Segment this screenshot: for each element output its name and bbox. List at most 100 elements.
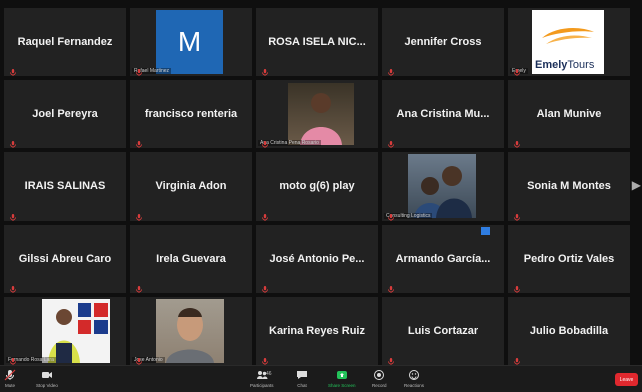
muted-mic-icon xyxy=(388,208,394,221)
participant-tile[interactable]: Jennifer Cross xyxy=(382,8,504,77)
participant-name: francisco renteria xyxy=(144,108,238,121)
participant-tile[interactable]: moto g(6) play xyxy=(256,152,378,221)
participant-tile[interactable]: Raquel Fernandez xyxy=(4,8,126,77)
muted-mic-icon xyxy=(262,280,268,293)
participant-name: Jennifer Cross xyxy=(404,36,482,49)
muted-mic-icon xyxy=(136,208,142,221)
muted-mic-icon xyxy=(262,63,268,77)
muted-mic-icon xyxy=(136,63,142,77)
participant-name: Joel Pereyra xyxy=(32,108,98,121)
participant-name: Alan Munive xyxy=(536,108,602,121)
participant-video xyxy=(408,154,476,219)
participant-name: Julio Bobadilla xyxy=(529,324,609,337)
logo-swoosh-icon xyxy=(542,28,594,44)
meeting-toolbar: Mute Stop Video Participants 46 Chat Sha… xyxy=(0,365,642,392)
participant-tile[interactable]: EmelyTours Emely xyxy=(508,8,630,77)
participant-name: Karina Reyes Ruiz xyxy=(269,324,365,337)
muted-mic-icon xyxy=(136,135,142,149)
muted-mic-icon xyxy=(262,208,268,221)
participant-tile[interactable]: IRAIS SALINAS xyxy=(4,152,126,221)
participant-name: moto g(6) play xyxy=(279,180,355,193)
muted-mic-icon xyxy=(10,352,16,365)
participant-name: Virginia Adon xyxy=(155,180,227,193)
muted-mic-icon xyxy=(136,352,142,365)
person-silhouette-icon xyxy=(166,307,214,363)
leave-meeting-button[interactable]: Leave xyxy=(615,373,638,386)
participant-name: Ana Cristina Mu... xyxy=(396,108,490,121)
smile-icon xyxy=(409,370,419,380)
participant-tile[interactable]: Consulting Logistics xyxy=(382,152,504,221)
muted-mic-icon xyxy=(388,63,394,77)
participant-name: Irela Guevara xyxy=(156,252,226,265)
muted-mic-icon xyxy=(10,280,16,293)
avatar-initial: M xyxy=(177,26,202,57)
record-icon xyxy=(374,370,385,380)
avatar: M xyxy=(156,10,223,74)
muted-mic-icon xyxy=(514,135,520,149)
participant-name: Pedro Ortiz Vales xyxy=(523,252,615,265)
muted-mic-icon xyxy=(262,352,268,365)
zoom-meeting-window: Raquel Fernandez M Rafael Martinez ROSA ISE… xyxy=(0,0,642,392)
share-screen-button[interactable]: Share Screen xyxy=(328,369,356,388)
participant-tile[interactable]: Julio Bobadilla xyxy=(508,296,630,365)
participant-tile[interactable]: francisco renteria xyxy=(130,80,252,149)
reactions-button[interactable]: Reactions xyxy=(404,369,424,388)
participant-name: IRAIS SALINAS xyxy=(24,180,106,193)
logo-text: Emely xyxy=(535,59,568,71)
participant-name: Armando García... xyxy=(395,252,491,265)
muted-mic-icon xyxy=(10,208,16,221)
next-page-arrow-icon[interactable]: ▶ xyxy=(632,178,641,192)
participant-tile[interactable]: Alan Munive xyxy=(508,80,630,149)
company-logo: EmelyTours xyxy=(532,10,604,74)
muted-mic-icon xyxy=(136,280,142,293)
logo-text-2: Tours xyxy=(567,59,595,71)
participant-video xyxy=(156,298,224,363)
mute-label: Mute xyxy=(4,383,15,388)
record-button[interactable]: Record xyxy=(372,369,387,388)
chat-button[interactable]: Chat xyxy=(296,369,308,388)
participant-tile[interactable]: Ana Cristina Pena Rosario xyxy=(256,80,378,149)
participant-tile[interactable]: M Rafael Martinez xyxy=(130,8,252,77)
participant-name: Luis Cortazar xyxy=(407,324,479,337)
record-label: Record xyxy=(372,383,387,388)
muted-mic-icon xyxy=(514,352,520,365)
reactions-label: Reactions xyxy=(404,383,425,388)
participant-tile[interactable]: Armando García... xyxy=(382,224,504,293)
participant-name: Gilssi Abreu Caro xyxy=(18,252,112,265)
participant-tile[interactable]: Pedro Ortiz Vales xyxy=(508,224,630,293)
stop-video-button[interactable]: Stop Video xyxy=(36,369,58,388)
participant-tile[interactable]: Jose Antonio xyxy=(130,296,252,365)
participant-tile[interactable]: Luis Cortazar xyxy=(382,296,504,365)
participant-tile[interactable]: Joel Pereyra xyxy=(4,80,126,149)
video-camera-icon xyxy=(41,372,52,378)
muted-mic-icon xyxy=(262,135,268,149)
participant-name: José Antonio Pe... xyxy=(269,252,365,265)
microphone-icon xyxy=(4,369,16,381)
stop-video-label: Stop Video xyxy=(36,383,58,388)
flag-icon xyxy=(48,302,108,363)
participant-name: ROSA ISELA NIC... xyxy=(268,36,366,49)
muted-mic-icon xyxy=(388,352,394,365)
share-screen-label: Share Screen xyxy=(328,383,356,388)
participant-tile[interactable]: Virginia Adon xyxy=(130,152,252,221)
participant-tile[interactable]: Gilssi Abreu Caro xyxy=(4,224,126,293)
participant-tile[interactable]: Fernando Rosa Lara xyxy=(4,296,126,365)
participant-video xyxy=(42,298,110,363)
participant-tile[interactable]: Sonia M Montes xyxy=(508,152,630,221)
muted-mic-icon xyxy=(10,63,16,77)
muted-mic-icon xyxy=(10,135,16,149)
participant-tile[interactable]: Irela Guevara xyxy=(130,224,252,293)
participant-grid: Raquel Fernandez M Rafael Martinez ROSA ISE… xyxy=(4,8,630,365)
participant-tile[interactable]: Ana Cristina Mu... xyxy=(382,80,504,149)
chat-icon xyxy=(297,371,307,379)
participant-tile[interactable]: Karina Reyes Ruiz xyxy=(256,296,378,365)
participants-count: 46 xyxy=(266,371,272,377)
participant-video xyxy=(288,83,354,146)
chat-label: Chat xyxy=(297,383,307,388)
mute-button[interactable]: Mute xyxy=(4,369,16,388)
participant-tile[interactable]: ROSA ISELA NIC... xyxy=(256,8,378,77)
participant-name: Sonia M Montes xyxy=(527,180,611,193)
muted-mic-icon xyxy=(514,63,520,77)
person-silhouette-icon xyxy=(300,93,342,146)
participant-tile[interactable]: José Antonio Pe... xyxy=(256,224,378,293)
